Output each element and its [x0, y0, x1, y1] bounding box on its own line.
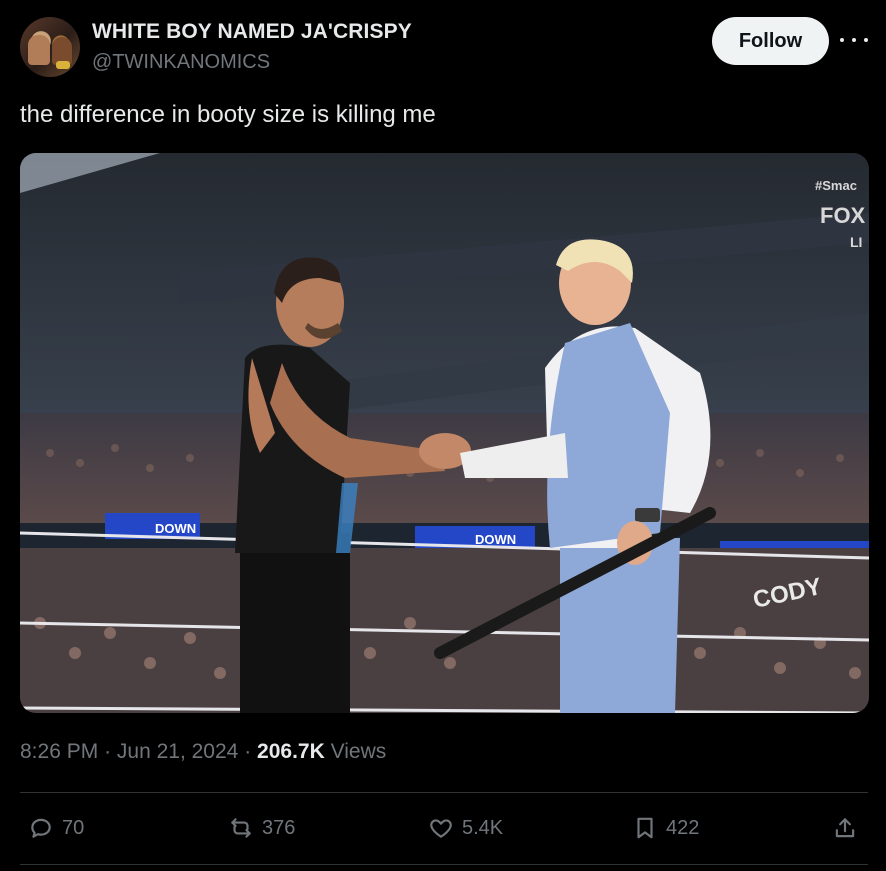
overlay-hashtag: #Smac [815, 178, 857, 193]
follow-button[interactable]: Follow [712, 17, 829, 65]
reply-icon [31, 818, 51, 838]
tweet-meta: 8:26 PM · Jun 21, 2024 · 206.7K Views [20, 740, 386, 764]
overlay-network: FOX [820, 203, 866, 228]
repost-button[interactable]: 376 [228, 810, 295, 846]
tweet-image[interactable]: DOWN DOWN DOWN CODY #Smac FOX LI [20, 153, 869, 713]
divider [20, 792, 868, 793]
more-icon[interactable] [840, 30, 868, 50]
tweet-time[interactable]: 8:26 PM [20, 740, 98, 763]
tweet-date[interactable]: Jun 21, 2024 [117, 740, 238, 763]
like-button[interactable]: 5.4K [428, 810, 503, 846]
author-display-name[interactable]: WHITE BOY NAMED JA'CRISPY [92, 20, 412, 44]
tweet-text: the difference in booty size is killing … [20, 101, 436, 128]
share-icon [835, 818, 855, 838]
views-label: Views [330, 740, 387, 763]
repost-count: 376 [262, 816, 296, 839]
banner-text: DOWN [155, 521, 196, 536]
divider [20, 864, 868, 865]
share-button[interactable] [832, 810, 858, 846]
meta-separator: · [104, 740, 112, 763]
views-count: 206.7K [257, 740, 325, 763]
avatar[interactable] [20, 17, 80, 77]
action-bar: 70 376 5.4K 422 [20, 810, 868, 846]
bookmark-icon [637, 817, 653, 839]
tweet-header: WHITE BOY NAMED JA'CRISPY @TWINKANOMICS … [20, 16, 868, 78]
reply-button[interactable]: 70 [28, 810, 84, 846]
overlay-live: LI [850, 234, 862, 250]
meta-separator: · [244, 740, 252, 763]
reply-count: 70 [62, 816, 85, 839]
repost-icon [231, 818, 251, 838]
bookmark-count: 422 [666, 816, 700, 839]
author-handle[interactable]: @TWINKANOMICS [92, 51, 270, 74]
like-count: 5.4K [462, 816, 504, 839]
bookmark-button[interactable]: 422 [632, 810, 699, 846]
like-icon [430, 819, 452, 838]
banner-text: DOWN [475, 532, 516, 547]
